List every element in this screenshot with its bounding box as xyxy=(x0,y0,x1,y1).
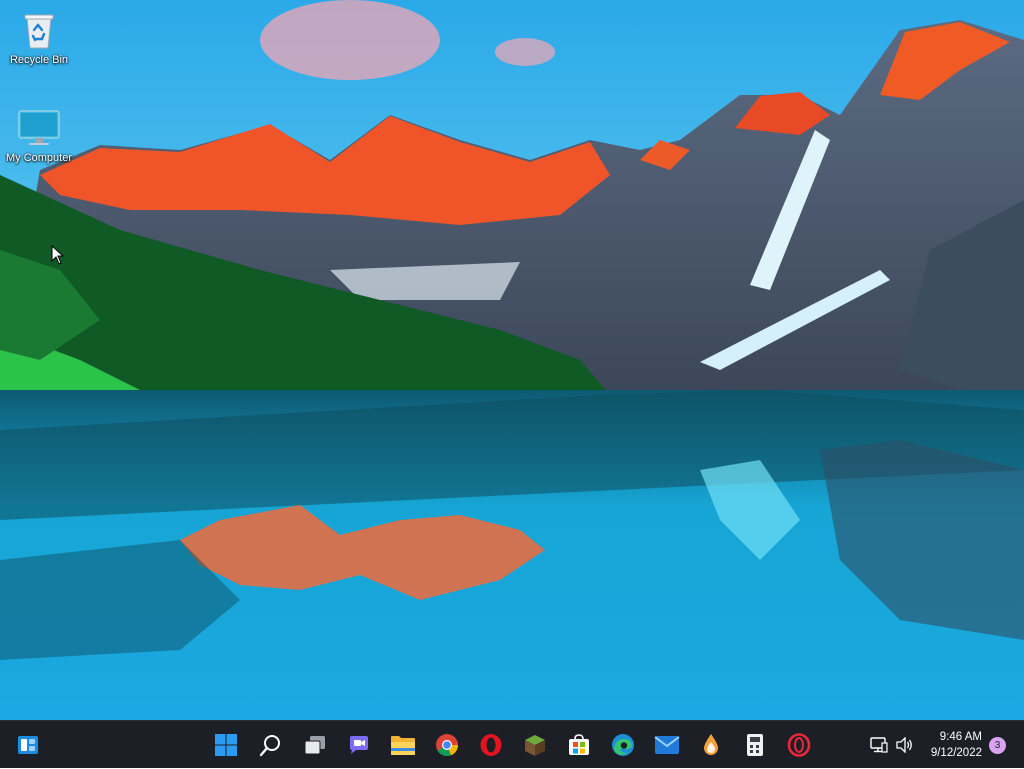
chrome-icon xyxy=(436,734,459,757)
network-icon[interactable] xyxy=(868,734,890,756)
store-icon xyxy=(569,734,589,755)
microsoft-store-button[interactable] xyxy=(563,729,595,761)
desktop[interactable]: Recycle Bin My Computer xyxy=(0,0,1024,720)
start-button[interactable] xyxy=(210,729,242,761)
chat-icon xyxy=(350,736,368,754)
taskbar-clock[interactable]: 9:46 AM 9/12/2022 xyxy=(912,729,982,761)
task-view-icon xyxy=(304,736,325,755)
calculator-icon xyxy=(747,734,763,756)
my-computer-label: My Computer xyxy=(5,152,73,164)
edge-icon xyxy=(612,734,634,756)
system-tray xyxy=(868,721,916,769)
mouse-cursor-icon xyxy=(51,245,65,265)
minecraft-button[interactable] xyxy=(519,729,551,761)
opera-button[interactable] xyxy=(475,729,507,761)
clock-time: 9:46 AM xyxy=(939,731,982,743)
windows-start-icon xyxy=(215,734,237,756)
calculator-app-button[interactable] xyxy=(739,729,771,761)
opera-gx-icon xyxy=(787,733,811,757)
monitor-icon xyxy=(17,106,61,150)
opera-icon xyxy=(480,734,502,756)
cube-icon xyxy=(525,735,545,756)
wallpaper-image xyxy=(0,0,1024,720)
widgets-icon xyxy=(18,736,38,754)
edge-button[interactable] xyxy=(607,729,639,761)
recycle-bin-shortcut[interactable]: Recycle Bin xyxy=(0,8,78,66)
recycle-bin-label: Recycle Bin xyxy=(9,54,69,66)
search-icon xyxy=(259,735,280,757)
notification-count-badge[interactable]: 3 xyxy=(989,737,1006,754)
file-explorer-button[interactable] xyxy=(387,729,419,761)
search-button[interactable] xyxy=(255,729,287,761)
taskbar: 9:46 AM 9/12/2022 3 xyxy=(0,720,1024,768)
mail-icon xyxy=(654,736,680,754)
recycle-bin-icon xyxy=(17,8,61,52)
clock-date: 9/12/2022 xyxy=(930,747,982,759)
chat-button[interactable] xyxy=(343,729,375,761)
task-view-button[interactable] xyxy=(299,729,331,761)
opera-gx-button[interactable] xyxy=(783,729,815,761)
chrome-button[interactable] xyxy=(431,729,463,761)
folder-icon xyxy=(391,736,415,755)
droplet-app-button[interactable] xyxy=(695,729,727,761)
droplet-icon xyxy=(704,734,718,755)
widgets-button[interactable] xyxy=(12,729,44,761)
mail-button[interactable] xyxy=(651,729,683,761)
my-computer-shortcut[interactable]: My Computer xyxy=(0,106,78,164)
